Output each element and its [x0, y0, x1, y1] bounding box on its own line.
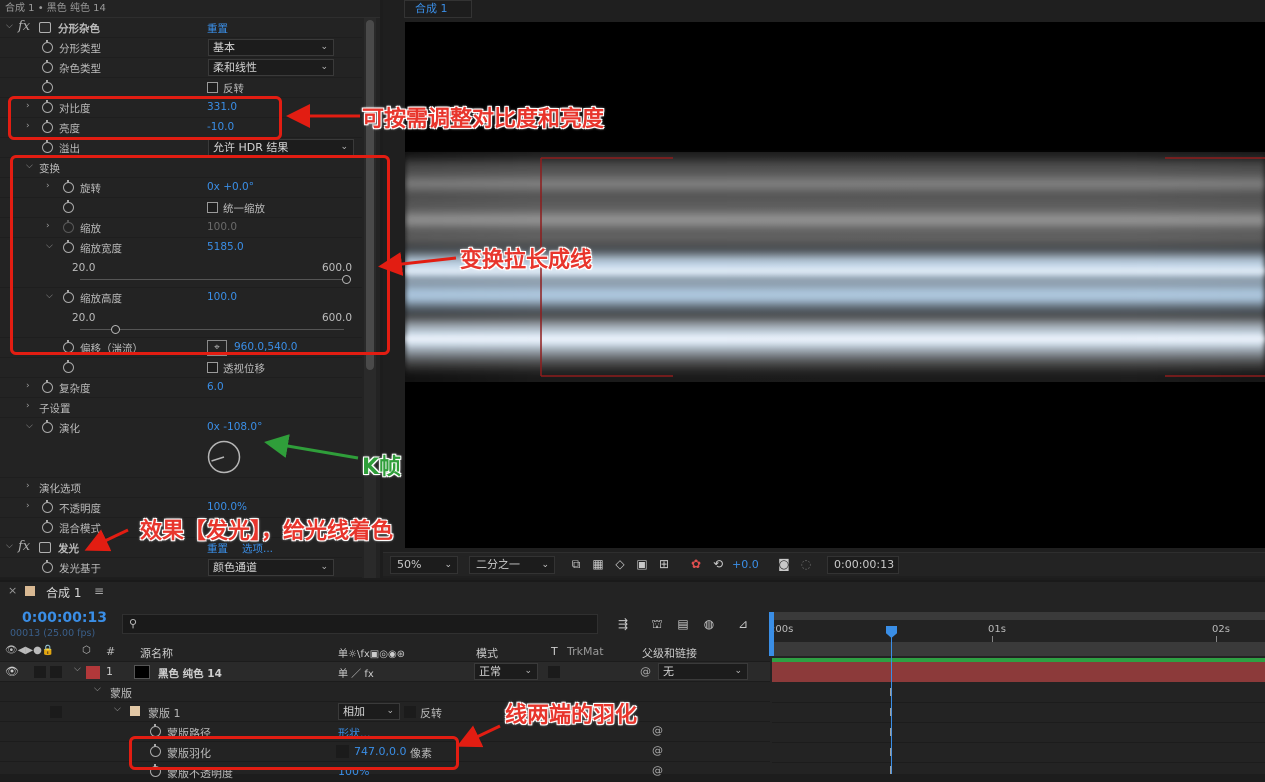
arrow-glow: [84, 528, 129, 552]
arrow-transform: [378, 252, 457, 276]
annotation-arrows: [84, 104, 501, 748]
annotation-transform: 变换拉长成线: [460, 248, 593, 273]
annotation-feather: 线两端的羽化: [505, 703, 638, 728]
arrow-evolution: [264, 434, 359, 460]
annotation-keyframe: K帧: [362, 455, 402, 480]
annotation-glow: 效果【发光】，给光线着色: [140, 519, 394, 544]
arrow-feather: [456, 724, 501, 748]
annotation-contrast: 可按需调整对比度和亮度: [362, 107, 605, 132]
